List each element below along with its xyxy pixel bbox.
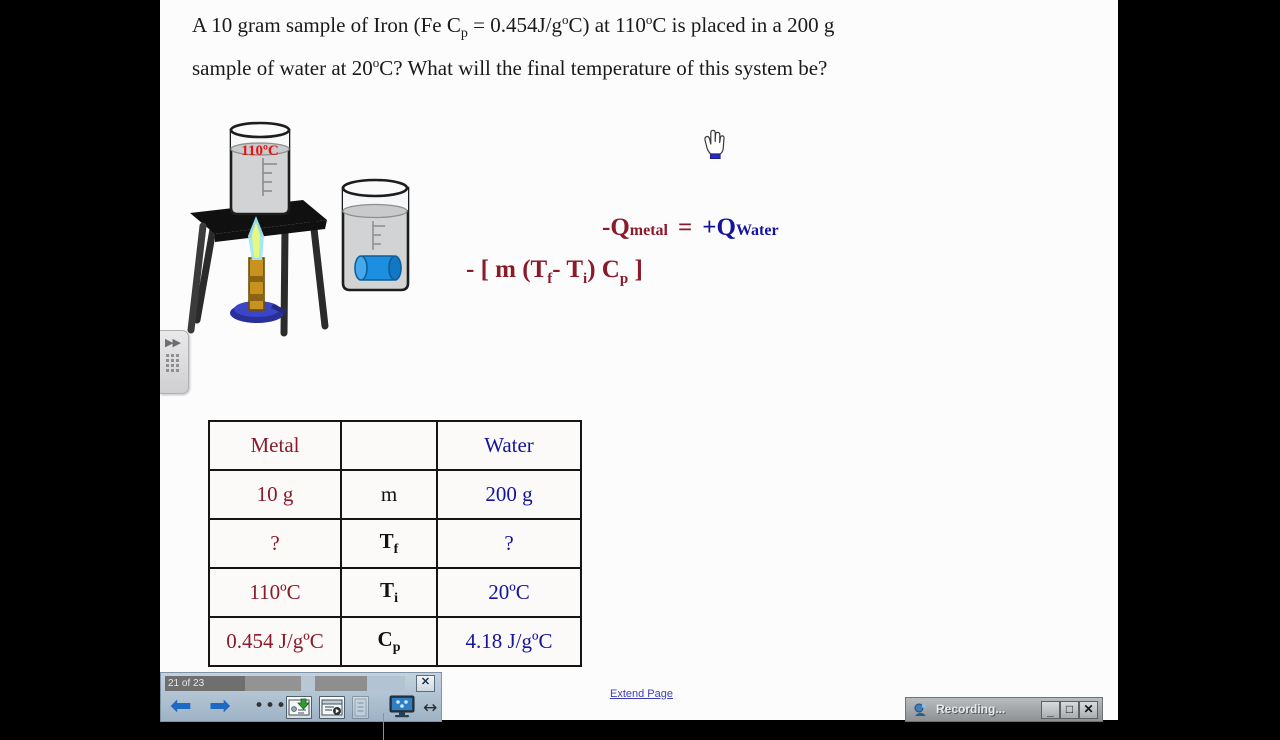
- progress-segment: [245, 676, 301, 691]
- table-body: Metal Water 10 g m 200 g ? Tf ? 110ºC Ti…: [208, 420, 582, 667]
- water-beaker: [341, 178, 410, 292]
- cell-water-mass: 200 g: [436, 469, 582, 520]
- save-icon-glyph: [288, 698, 310, 716]
- slideshow-icon-glyph: [321, 699, 343, 716]
- maximize-button[interactable]: □: [1060, 701, 1079, 719]
- lab-apparatus-illustration: 110ºC: [187, 121, 410, 337]
- cell-symbol-mass: m: [340, 469, 438, 520]
- cell-water-ti: 20ºC: [436, 567, 582, 618]
- list-icon-glyph: [354, 698, 367, 717]
- metal-sample-cylinder: [354, 255, 402, 281]
- table-row: ? Tf ?: [208, 518, 582, 569]
- previous-slide-button[interactable]: ⬅: [170, 693, 192, 721]
- monitor-icon-glyph: [389, 695, 415, 718]
- cell-symbol-cp: Cp: [340, 616, 438, 667]
- close-button[interactable]: ✕: [1079, 701, 1098, 719]
- cell-symbol-ti: Ti: [340, 567, 438, 618]
- cell-metal-header: Metal: [208, 420, 342, 471]
- equals-sign: =: [677, 214, 693, 241]
- chevron-right-icon: ▶▶: [165, 336, 181, 349]
- question-text: A 10 gram sample of Iron (Fe Cp = 0.454J…: [192, 8, 1092, 85]
- table-row: 0.454 J/gºC Cp 4.18 J/gºC: [208, 616, 582, 667]
- cell-metal-tf: ?: [208, 518, 342, 569]
- table-row: Metal Water: [208, 420, 582, 471]
- extend-page-link[interactable]: Extend Page: [610, 688, 673, 700]
- recording-window: Recording... _ □ ✕: [905, 697, 1103, 722]
- slide-canvas: A 10 gram sample of Iron (Fe Cp = 0.454J…: [160, 0, 1118, 720]
- question-line-2: sample of water at 20oC? What will the f…: [192, 55, 828, 81]
- cell-water-header: Water: [436, 420, 582, 471]
- cell-symbol-header: [340, 420, 438, 471]
- more-options-button[interactable]: •••: [254, 693, 287, 721]
- table-row: 10 g m 200 g: [208, 469, 582, 520]
- cell-metal-mass: 10 g: [208, 469, 342, 520]
- player-buttons: ⬅ ➡ ••• ↔: [161, 693, 441, 740]
- cp-subscript: p: [460, 26, 468, 42]
- metal-subscript: metal: [629, 222, 668, 239]
- cell-symbol-tf: Tf: [340, 518, 438, 569]
- cell-water-tf: ?: [436, 518, 582, 569]
- recording-title: Recording...: [936, 702, 1006, 716]
- cell-metal-cp: 0.454 J/gºC: [208, 616, 342, 667]
- cell-metal-ti: 110ºC: [208, 567, 342, 618]
- cp-subscript: p: [619, 271, 629, 287]
- expanded-equation: - [ m (Tf- Ti) Cp ]: [466, 256, 643, 287]
- q-water-term: +Q: [702, 214, 736, 241]
- energy-balance-equation: -Qmetal = +QWater: [602, 214, 779, 242]
- next-slide-button[interactable]: ➡: [209, 693, 231, 721]
- monitor-icon[interactable]: [389, 695, 415, 723]
- burner-barrel: [248, 257, 265, 311]
- minimize-button[interactable]: _: [1041, 701, 1060, 719]
- resize-icon[interactable]: ↔: [423, 698, 437, 726]
- water-subscript: Water: [735, 222, 779, 239]
- progress-segment: [367, 676, 405, 691]
- heated-beaker: 110ºC: [229, 121, 291, 216]
- table-row: 110ºC Ti 20ºC: [208, 567, 582, 618]
- panel-expand-tab[interactable]: ▶▶: [160, 330, 189, 394]
- heat-data-table: Metal Water 10 g m 200 g ? Tf ? 110ºC Ti…: [208, 420, 582, 667]
- hand-cursor: [704, 129, 725, 159]
- presentation-player-toolbar: 21 of 23 ✕ ⬅ ➡ ••• ↔: [160, 672, 442, 740]
- progress-segment: [301, 676, 315, 691]
- question-line-1: A 10 gram sample of Iron (Fe Cp = 0.454J…: [192, 12, 835, 42]
- progress-segment: [315, 676, 367, 691]
- grip-dots-icon: [165, 353, 183, 373]
- recorder-icon: [914, 703, 926, 716]
- q-metal-term: -Q: [602, 214, 630, 241]
- cell-water-cp: 4.18 J/gºC: [436, 616, 582, 667]
- equation-block: -Qmetal = +QWater - [ m (Tf- Ti) Cp ]: [460, 208, 900, 308]
- slide-counter: 21 of 23: [168, 678, 205, 689]
- beaker-temp-label: 110ºC: [241, 143, 278, 159]
- close-toolbar-button[interactable]: ✕: [416, 675, 435, 692]
